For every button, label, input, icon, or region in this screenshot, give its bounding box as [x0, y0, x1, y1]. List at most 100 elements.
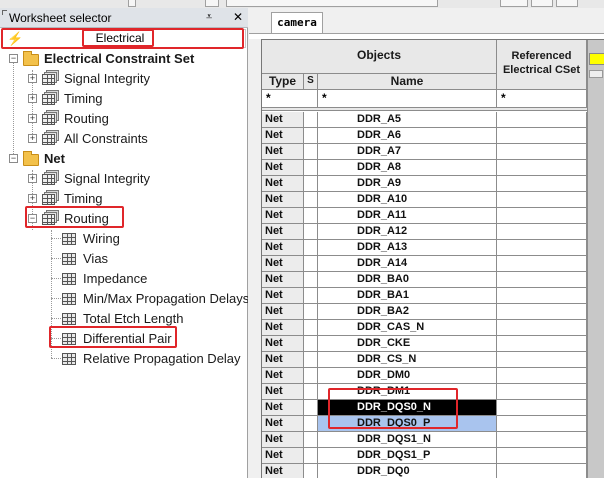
tree-item-timing[interactable]: + Timing [0, 90, 248, 108]
cell-name[interactable]: DDR_A14 [318, 256, 497, 272]
cell-s[interactable] [304, 208, 318, 224]
cell-type[interactable]: Net [262, 352, 304, 368]
table-row[interactable]: Net DDR_A7 [262, 144, 604, 160]
tree-item-vias[interactable]: Vias [0, 250, 248, 268]
expand-icon[interactable]: + [28, 74, 37, 83]
cell-type[interactable]: Net [262, 416, 304, 432]
table-row[interactable]: Net DDR_A6 [262, 128, 604, 144]
tree-item-wiring[interactable]: Wiring [0, 230, 248, 248]
table-row[interactable]: Net DDR_A13 [262, 240, 604, 256]
cell-s[interactable] [304, 144, 318, 160]
cell-referenced-cset[interactable] [497, 160, 587, 176]
cell-s[interactable] [304, 272, 318, 288]
cell-referenced-cset[interactable] [497, 224, 587, 240]
cell-referenced-cset[interactable] [497, 192, 587, 208]
cell-type[interactable]: Net [262, 112, 304, 128]
cell-referenced-cset[interactable] [497, 304, 587, 320]
cell-type[interactable]: Net [262, 272, 304, 288]
cell-name[interactable]: DDR_A5 [318, 112, 497, 128]
table-row[interactable]: Net DDR_A14 [262, 256, 604, 272]
table-row[interactable]: Net DDR_DQS0_N [262, 400, 604, 416]
cell-referenced-cset[interactable] [497, 288, 587, 304]
filter-type[interactable]: * [262, 90, 318, 108]
expand-icon[interactable]: + [28, 114, 37, 123]
cell-referenced-cset[interactable] [497, 384, 587, 400]
cell-name[interactable]: DDR_A7 [318, 144, 497, 160]
cell-s[interactable] [304, 336, 318, 352]
table-row[interactable]: Net DDR_DM0 [262, 368, 604, 384]
table-row[interactable]: Net DDR_A9 [262, 176, 604, 192]
header-name[interactable]: Name [318, 74, 497, 90]
table-row[interactable]: Net DDR_CAS_N [262, 320, 604, 336]
tree-item-routing[interactable]: + Routing [0, 110, 248, 128]
expand-icon[interactable]: + [28, 94, 37, 103]
cell-referenced-cset[interactable] [497, 240, 587, 256]
cell-referenced-cset[interactable] [497, 112, 587, 128]
cell-referenced-cset[interactable] [497, 400, 587, 416]
tree-item-min-max-propagation-delays[interactable]: Min/Max Propagation Delays [0, 290, 248, 308]
cell-referenced-cset[interactable] [497, 368, 587, 384]
cell-name[interactable]: DDR_DQ0 [318, 464, 497, 478]
cell-s[interactable] [304, 368, 318, 384]
cell-referenced-cset[interactable] [497, 128, 587, 144]
cell-s[interactable] [304, 448, 318, 464]
cell-referenced-cset[interactable] [497, 272, 587, 288]
cell-referenced-cset[interactable] [497, 432, 587, 448]
cell-s[interactable] [304, 352, 318, 368]
cell-type[interactable]: Net [262, 448, 304, 464]
table-row[interactable]: Net DDR_A8 [262, 160, 604, 176]
expand-icon[interactable]: + [28, 174, 37, 183]
cell-name[interactable]: DDR_BA2 [318, 304, 497, 320]
cell-type[interactable]: Net [262, 128, 304, 144]
cell-referenced-cset[interactable] [497, 208, 587, 224]
cell-referenced-cset[interactable] [497, 320, 587, 336]
expand-icon[interactable]: + [28, 134, 37, 143]
cell-s[interactable] [304, 256, 318, 272]
cell-type[interactable]: Net [262, 256, 304, 272]
cell-referenced-cset[interactable] [497, 464, 587, 478]
cell-s[interactable] [304, 320, 318, 336]
header-objects[interactable]: Objects [262, 40, 497, 74]
cell-s[interactable] [304, 400, 318, 416]
cell-s[interactable] [304, 288, 318, 304]
cell-name[interactable]: DDR_DQS0_P [318, 416, 497, 432]
collapse-icon[interactable]: − [28, 214, 37, 223]
cell-referenced-cset[interactable] [497, 336, 587, 352]
cell-name[interactable]: DDR_A13 [318, 240, 497, 256]
cell-type[interactable]: Net [262, 176, 304, 192]
cell-type[interactable]: Net [262, 144, 304, 160]
cell-name[interactable]: DDR_DM0 [318, 368, 497, 384]
tree-item-signal-integrity[interactable]: + Signal Integrity [0, 70, 248, 88]
cell-s[interactable] [304, 160, 318, 176]
domain-value[interactable]: Electrical [85, 31, 155, 46]
cell-name[interactable]: DDR_DM1 [318, 384, 497, 400]
cell-s[interactable] [304, 224, 318, 240]
cell-s[interactable] [304, 416, 318, 432]
table-row[interactable]: Net DDR_A11 [262, 208, 604, 224]
table-row[interactable]: Net DDR_BA1 [262, 288, 604, 304]
table-row[interactable]: Net DDR_A12 [262, 224, 604, 240]
tree-item-impedance[interactable]: Impedance [0, 270, 248, 288]
table-row[interactable]: Net DDR_DM1 [262, 384, 604, 400]
cell-referenced-cset[interactable] [497, 176, 587, 192]
tree-item-total-etch-length[interactable]: Total Etch Length [0, 310, 248, 328]
collapse-icon[interactable]: − [9, 154, 18, 163]
cell-name[interactable]: DDR_A11 [318, 208, 497, 224]
cell-s[interactable] [304, 176, 318, 192]
cell-name[interactable]: DDR_CAS_N [318, 320, 497, 336]
tab-camera[interactable]: camera [271, 12, 323, 34]
cell-name[interactable]: DDR_CKE [318, 336, 497, 352]
cell-s[interactable] [304, 128, 318, 144]
table-row[interactable]: Net DDR_DQ0 [262, 464, 604, 478]
tree-item-net-signal-integrity[interactable]: + Signal Integrity [0, 170, 248, 188]
cell-name[interactable]: DDR_BA1 [318, 288, 497, 304]
toolbar-button[interactable] [128, 0, 136, 7]
cell-name[interactable]: DDR_A8 [318, 160, 497, 176]
cell-type[interactable]: Net [262, 288, 304, 304]
cell-s[interactable] [304, 112, 318, 128]
header-s[interactable]: S [304, 74, 318, 90]
close-icon[interactable]: ✕ [233, 10, 243, 24]
toolbar-button[interactable] [531, 0, 553, 7]
tree-item-electrical-constraint-set[interactable]: − Electrical Constraint Set [0, 50, 248, 68]
table-row[interactable]: Net DDR_CKE [262, 336, 604, 352]
